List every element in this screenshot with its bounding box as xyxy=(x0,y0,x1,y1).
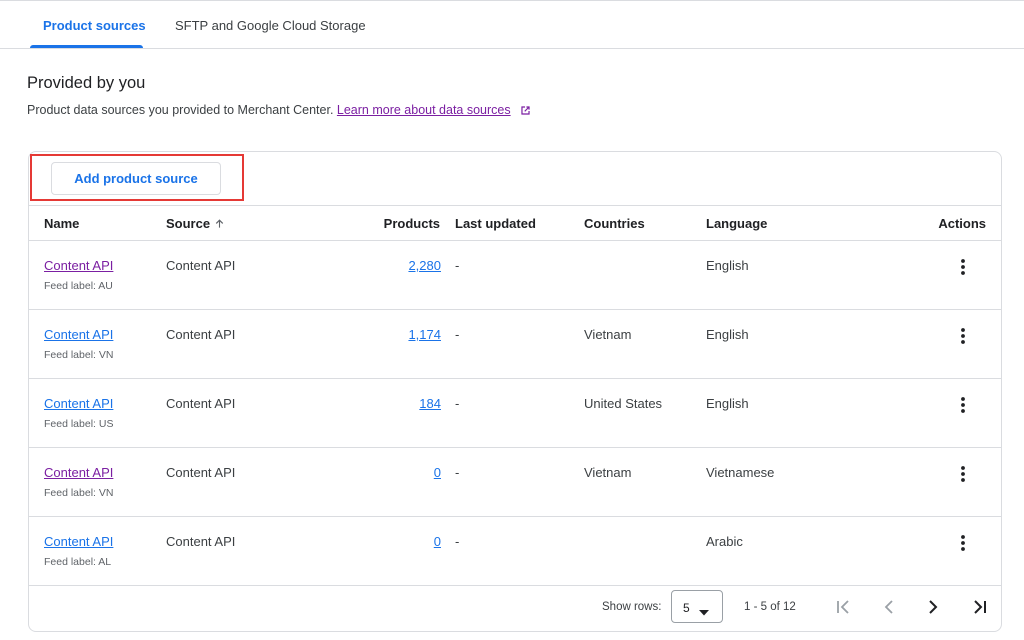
add-product-source-button[interactable]: Add product source xyxy=(51,162,221,195)
last-updated-cell: - xyxy=(455,534,460,549)
column-header-last-updated: Last updated xyxy=(455,216,536,231)
pagination-footer: Show rows: 5 1 - 5 of 12 xyxy=(29,585,1001,631)
table-row: Content API Feed label: VN Content API 0… xyxy=(29,448,1001,517)
last-updated-cell: - xyxy=(455,396,460,411)
section-title: Provided by you xyxy=(27,74,146,92)
countries-cell: Vietnam xyxy=(584,327,632,342)
feed-label: Feed label: US xyxy=(44,418,114,430)
language-cell: English xyxy=(706,327,749,342)
more-vert-icon[interactable] xyxy=(951,462,975,486)
column-header-source-label: Source xyxy=(166,216,211,231)
show-rows-label: Show rows: xyxy=(602,601,662,613)
source-cell: Content API xyxy=(166,396,236,411)
table-row: Content API Feed label: AU Content API 2… xyxy=(29,241,1001,310)
more-vert-icon[interactable] xyxy=(951,393,975,417)
section-description: Product data sources you provided to Mer… xyxy=(27,103,531,119)
column-header-actions: Actions xyxy=(938,216,986,231)
last-updated-cell: - xyxy=(455,465,460,480)
last-updated-cell: - xyxy=(455,327,460,342)
column-header-source[interactable]: Source xyxy=(166,216,225,232)
first-page-icon[interactable] xyxy=(831,595,855,619)
column-header-language: Language xyxy=(706,216,768,231)
products-count-link[interactable]: 2,280 xyxy=(408,258,441,273)
source-cell: Content API xyxy=(166,258,236,273)
tab-bar: Product sources SFTP and Google Cloud St… xyxy=(0,0,1024,49)
countries-cell: Vietnam xyxy=(584,465,632,480)
more-vert-icon[interactable] xyxy=(951,324,975,348)
feed-label: Feed label: AU xyxy=(44,280,113,292)
language-cell: Vietnamese xyxy=(706,465,775,480)
source-cell: Content API xyxy=(166,327,236,342)
feed-label: Feed label: VN xyxy=(44,349,114,361)
more-vert-icon[interactable] xyxy=(951,531,975,555)
language-cell: Arabic xyxy=(706,534,743,549)
countries-cell: United States xyxy=(584,396,663,411)
table-header: Name Source Products Last updated Countr… xyxy=(29,205,1001,241)
table-row: Content API Feed label: AL Content API 0… xyxy=(29,517,1001,586)
caret-down-icon xyxy=(699,605,709,619)
open-in-new-icon[interactable] xyxy=(520,105,531,119)
last-page-icon[interactable] xyxy=(968,595,992,619)
more-vert-icon[interactable] xyxy=(951,255,975,279)
feed-label: Feed label: AL xyxy=(44,556,112,568)
products-count-link[interactable]: 184 xyxy=(419,396,441,411)
source-name-link[interactable]: Content API xyxy=(44,534,113,549)
source-name-link[interactable]: Content API xyxy=(44,396,113,411)
chevron-left-icon[interactable] xyxy=(877,595,901,619)
tab-product-sources[interactable]: Product sources xyxy=(43,18,146,33)
rows-per-page-select[interactable]: 5 xyxy=(671,590,723,623)
products-count-link[interactable]: 0 xyxy=(434,465,441,480)
source-name-link[interactable]: Content API xyxy=(44,465,113,480)
learn-more-link[interactable]: Learn more about data sources xyxy=(337,103,511,117)
language-cell: English xyxy=(706,258,749,273)
table-row: Content API Feed label: US Content API 1… xyxy=(29,379,1001,448)
source-name-link[interactable]: Content API xyxy=(44,327,113,342)
rows-per-page-value: 5 xyxy=(683,601,690,615)
column-header-name: Name xyxy=(44,216,80,231)
arrow-up-icon[interactable] xyxy=(214,217,225,232)
language-cell: English xyxy=(706,396,749,411)
table-row: Content API Feed label: VN Content API 1… xyxy=(29,310,1001,379)
source-name-link[interactable]: Content API xyxy=(44,258,113,273)
source-cell: Content API xyxy=(166,465,236,480)
column-header-countries: Countries xyxy=(584,216,645,231)
feed-label: Feed label: VN xyxy=(44,487,114,499)
products-count-link[interactable]: 0 xyxy=(434,534,441,549)
source-cell: Content API xyxy=(166,534,236,549)
last-updated-cell: - xyxy=(455,258,460,273)
tab-sftp-gcs[interactable]: SFTP and Google Cloud Storage xyxy=(175,18,366,33)
products-count-link[interactable]: 1,174 xyxy=(408,327,441,342)
page-range: 1 - 5 of 12 xyxy=(744,601,796,613)
column-header-products: Products xyxy=(383,216,440,231)
active-tab-indicator xyxy=(30,45,143,48)
description-text: Product data sources you provided to Mer… xyxy=(27,103,334,117)
chevron-right-icon[interactable] xyxy=(921,595,945,619)
